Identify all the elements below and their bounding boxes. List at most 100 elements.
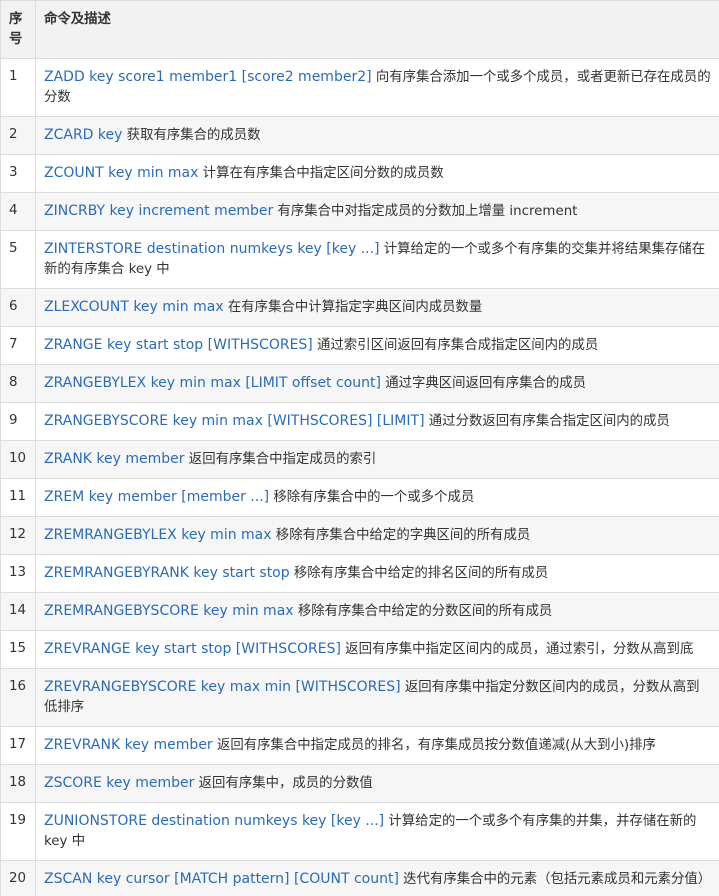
table-row: 18 ZSCORE key member 返回有序集中，成员的分数值 [0,764,719,803]
row-description-cell: ZINCRBY key increment member 有序集合中对指定成员的… [35,192,719,231]
row-number: 9 [0,402,36,441]
command-link[interactable]: ZREMRANGEBYRANK key start stop [44,565,290,581]
command-link[interactable]: ZREVRANGEBYSCORE key max min [WITHSCORES… [44,679,401,695]
table-row: 1 ZADD key score1 member1 [score2 member2… [0,58,719,117]
row-number: 11 [0,478,36,517]
command-link[interactable]: ZREMRANGEBYSCORE key min max [44,603,294,619]
row-description-cell: ZUNIONSTORE destination numkeys key [key… [35,802,719,861]
table-row: 12 ZREMRANGEBYLEX key min max 移除有序集合中给定的字… [0,516,719,555]
table-row: 8 ZRANGEBYLEX key min max [LIMIT offset c… [0,364,719,403]
table-row: 9 ZRANGEBYSCORE key min max [WITHSCORES] … [0,402,719,441]
row-number: 2 [0,116,36,155]
command-description: 计算在有序集合中指定区间分数的成员数 [198,166,444,181]
row-number: 16 [0,668,36,727]
commands-table: 序号 命令及描述 1 ZADD key score1 member1 [score… [0,0,719,896]
row-description-cell: ZREVRANGE key start stop [WITHSCORES] 返回… [35,630,719,669]
row-number: 7 [0,326,36,365]
command-link[interactable]: ZREVRANK key member [44,737,213,753]
row-number: 18 [0,764,36,803]
row-number: 20 [0,860,36,896]
row-number: 17 [0,726,36,765]
row-number: 1 [0,58,36,117]
row-description-cell: ZADD key score1 member1 [score2 member2]… [35,58,719,117]
table-row: 6 ZLEXCOUNT key min max 在有序集合中计算指定字典区间内成员… [0,288,719,327]
row-number: 3 [0,154,36,193]
table-row: 3 ZCOUNT key min max 计算在有序集合中指定区间分数的成员数 [0,154,719,193]
table-row: 13 ZREMRANGEBYRANK key start stop 移除有序集合中… [0,554,719,593]
command-link[interactable]: ZLEXCOUNT key min max [44,299,224,315]
command-description: 移除有序集合中给定的排名区间的所有成员 [289,566,549,581]
row-description-cell: ZLEXCOUNT key min max 在有序集合中计算指定字典区间内成员数… [35,288,719,327]
command-link[interactable]: ZINTERSTORE destination numkeys key [key… [44,241,380,257]
row-description-cell: ZREVRANGEBYSCORE key max min [WITHSCORES… [35,668,719,727]
row-number: 19 [0,802,36,861]
row-description-cell: ZRANGEBYLEX key min max [LIMIT offset co… [35,364,719,403]
command-description: 通过索引区间返回有序集合成指定区间内的成员 [312,338,599,353]
command-description: 获取有序集合的成员数 [122,128,261,143]
row-number: 14 [0,592,36,631]
command-description: 移除有序集合中的一个或多个成员 [269,490,475,505]
row-number: 8 [0,364,36,403]
command-description: 有序集合中对指定成员的分数加上增量 increment [273,204,578,219]
row-description-cell: ZREVRANK key member 返回有序集合中指定成员的排名，有序集成员… [35,726,719,765]
row-description-cell: ZSCAN key cursor [MATCH pattern] [COUNT … [35,860,719,896]
command-description: 返回有序集中，成员的分数值 [194,776,373,791]
command-description: 迭代有序集合中的元素（包括元素成员和元素分值） [398,872,712,887]
command-link[interactable]: ZCOUNT key min max [44,165,198,181]
row-description-cell: ZCARD key 获取有序集合的成员数 [35,116,719,155]
table-row: 15 ZREVRANGE key start stop [WITHSCORES] … [0,630,719,669]
command-link[interactable]: ZREMRANGEBYLEX key min max [44,527,272,543]
row-description-cell: ZRANK key member 返回有序集合中指定成员的索引 [35,440,719,479]
row-description-cell: ZREMRANGEBYRANK key start stop 移除有序集合中给定… [35,554,719,593]
row-number: 10 [0,440,36,479]
table-row: 11 ZREM key member [member ...] 移除有序集合中的一… [0,478,719,517]
table-row: 4 ZINCRBY key increment member 有序集合中对指定成员… [0,192,719,231]
command-description: 移除有序集合中给定的字典区间的所有成员 [271,528,531,543]
command-link[interactable]: ZRANGEBYLEX key min max [LIMIT offset co… [44,375,381,391]
table-row: 16 ZREVRANGEBYSCORE key max min [WITHSCOR… [0,668,719,727]
command-description: 返回有序集合中指定成员的排名，有序集成员按分数值递减(从大到小)排序 [212,738,656,753]
row-description-cell: ZREMRANGEBYSCORE key min max 移除有序集合中给定的分… [35,592,719,631]
command-description: 通过分数返回有序集合指定区间内的成员 [424,414,670,429]
command-link[interactable]: ZREM key member [member ...] [44,489,269,505]
command-link[interactable]: ZADD key score1 member1 [score2 member2] [44,69,372,85]
table-row: 19 ZUNIONSTORE destination numkeys key [k… [0,802,719,861]
row-description-cell: ZSCORE key member 返回有序集中，成员的分数值 [35,764,719,803]
row-description-cell: ZREMRANGEBYLEX key min max 移除有序集合中给定的字典区… [35,516,719,555]
table-row: 17 ZREVRANK key member 返回有序集合中指定成员的排名，有序集… [0,726,719,765]
command-link[interactable]: ZREVRANGE key start stop [WITHSCORES] [44,641,341,657]
row-description-cell: ZRANGE key start stop [WITHSCORES] 通过索引区… [35,326,719,365]
row-description-cell: ZINTERSTORE destination numkeys key [key… [35,230,719,289]
table-row: 20 ZSCAN key cursor [MATCH pattern] [COUN… [0,860,719,896]
row-description-cell: ZCOUNT key min max 计算在有序集合中指定区间分数的成员数 [35,154,719,193]
command-link[interactable]: ZUNIONSTORE destination numkeys key [key… [44,813,384,829]
row-number: 5 [0,230,36,289]
row-number: 12 [0,516,36,555]
command-link[interactable]: ZCARD key [44,127,122,143]
command-description: 在有序集合中计算指定字典区间内成员数量 [223,300,483,315]
command-description: 返回有序集合中指定成员的索引 [184,452,377,467]
table-row: 5 ZINTERSTORE destination numkeys key [ke… [0,230,719,289]
header-description: 命令及描述 [35,0,719,59]
table-row: 14 ZREMRANGEBYSCORE key min max 移除有序集合中给定… [0,592,719,631]
command-description: 移除有序集合中给定的分数区间的所有成员 [293,604,553,619]
command-link[interactable]: ZRANK key member [44,451,185,467]
command-link[interactable]: ZRANGEBYSCORE key min max [WITHSCORES] [… [44,413,425,429]
row-number: 6 [0,288,36,327]
command-description: 返回有序集中指定区间内的成员，通过索引，分数从高到底 [340,642,694,657]
table-header-row: 序号 命令及描述 [0,0,719,59]
table-row: 2 ZCARD key 获取有序集合的成员数 [0,116,719,155]
row-description-cell: ZRANGEBYSCORE key min max [WITHSCORES] [… [35,402,719,441]
table-row: 10 ZRANK key member 返回有序集合中指定成员的索引 [0,440,719,479]
command-link[interactable]: ZSCAN key cursor [MATCH pattern] [COUNT … [44,871,399,887]
row-number: 4 [0,192,36,231]
header-number: 序号 [0,0,36,59]
table-row: 7 ZRANGE key start stop [WITHSCORES] 通过索引… [0,326,719,365]
command-link[interactable]: ZINCRBY key increment member [44,203,273,219]
row-number: 13 [0,554,36,593]
row-number: 15 [0,630,36,669]
command-link[interactable]: ZSCORE key member [44,775,194,791]
command-description: 通过字典区间返回有序集合的成员 [380,376,587,391]
command-link[interactable]: ZRANGE key start stop [WITHSCORES] [44,337,313,353]
row-description-cell: ZREM key member [member ...] 移除有序集合中的一个或… [35,478,719,517]
